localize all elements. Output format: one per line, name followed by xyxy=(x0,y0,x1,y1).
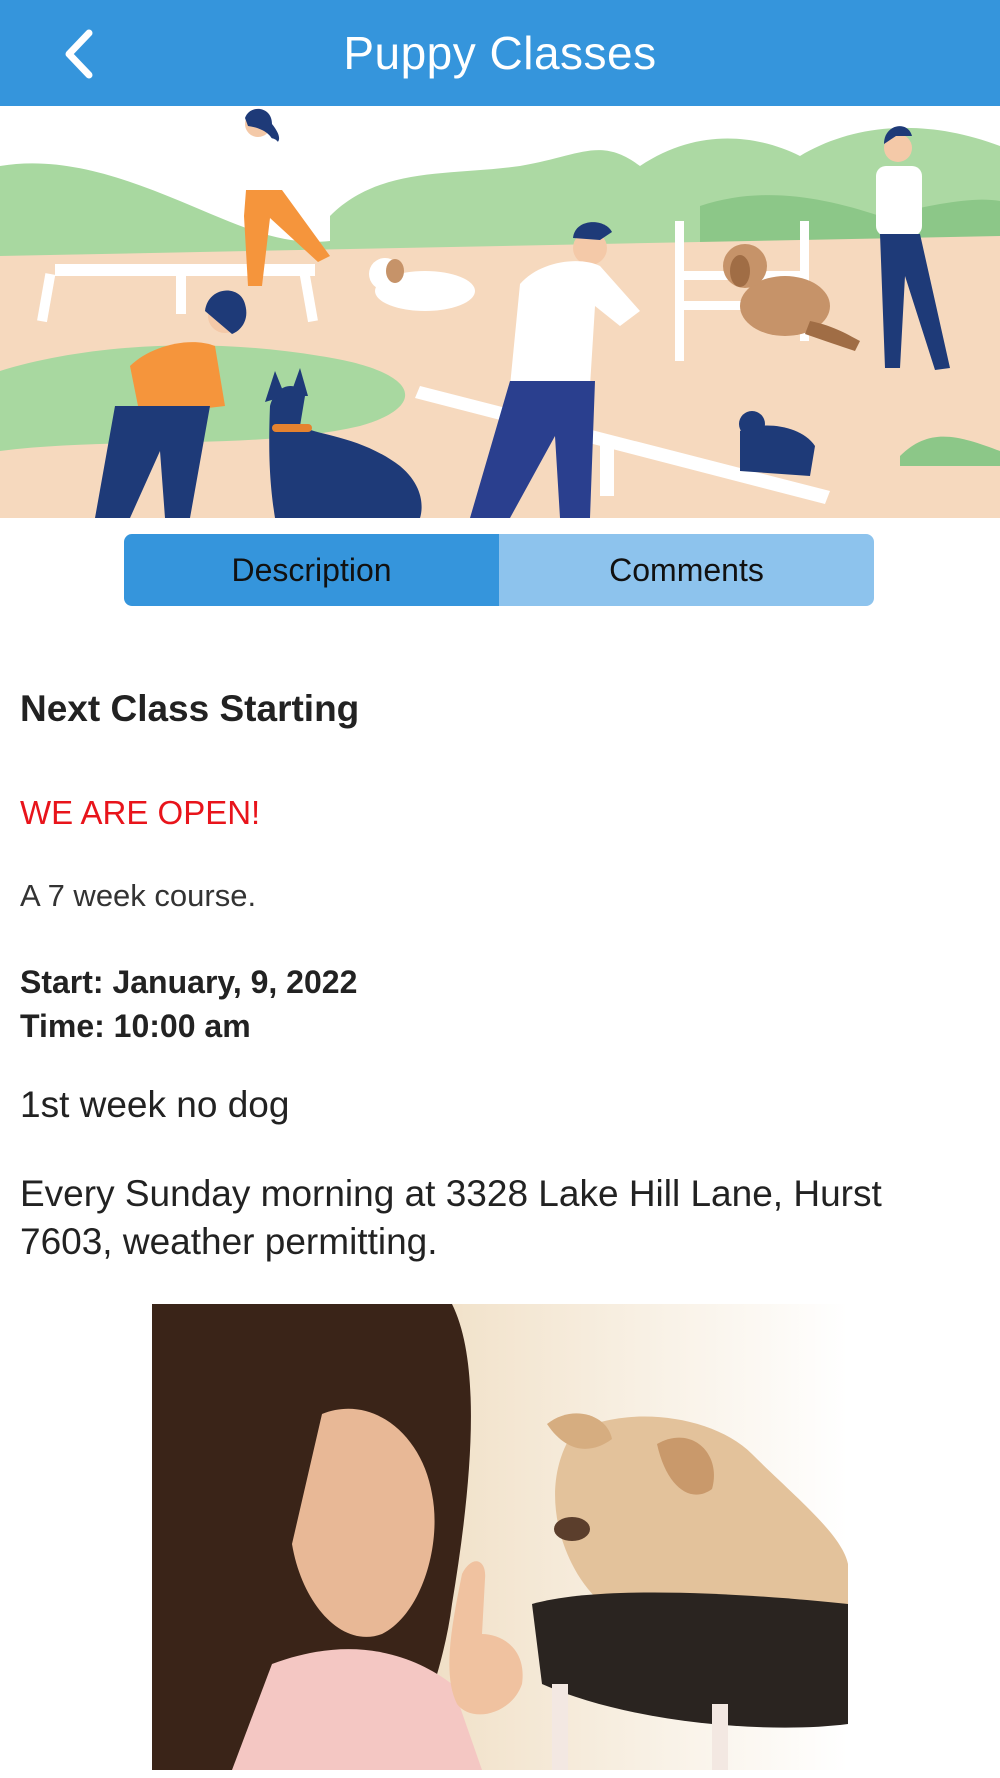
tab-description[interactable]: Description xyxy=(124,534,499,606)
segmented-tabs: Description Comments xyxy=(124,534,874,606)
hero-illustration xyxy=(0,106,1000,518)
address-text: Every Sunday morning at 3328 Lake Hill L… xyxy=(20,1173,882,1262)
back-button[interactable] xyxy=(48,26,108,82)
section-heading: Next Class Starting xyxy=(20,688,360,729)
chevron-left-icon xyxy=(65,29,93,79)
puppy-photo xyxy=(152,1304,848,1770)
app-header: Puppy Classes xyxy=(0,0,1000,106)
tab-comments[interactable]: Comments xyxy=(499,534,874,606)
page-title: Puppy Classes xyxy=(343,27,657,79)
first-week-note: 1st week no dog xyxy=(20,1084,290,1125)
start-time: Time: 10:00 am xyxy=(20,1008,251,1044)
course-length: A 7 week course. xyxy=(20,878,257,913)
open-notice: WE ARE OPEN! xyxy=(20,794,261,831)
start-date: Start: January, 9, 2022 xyxy=(20,964,358,1000)
schedule: Start: January, 9, 2022 Time: 10:00 am xyxy=(20,960,357,1048)
